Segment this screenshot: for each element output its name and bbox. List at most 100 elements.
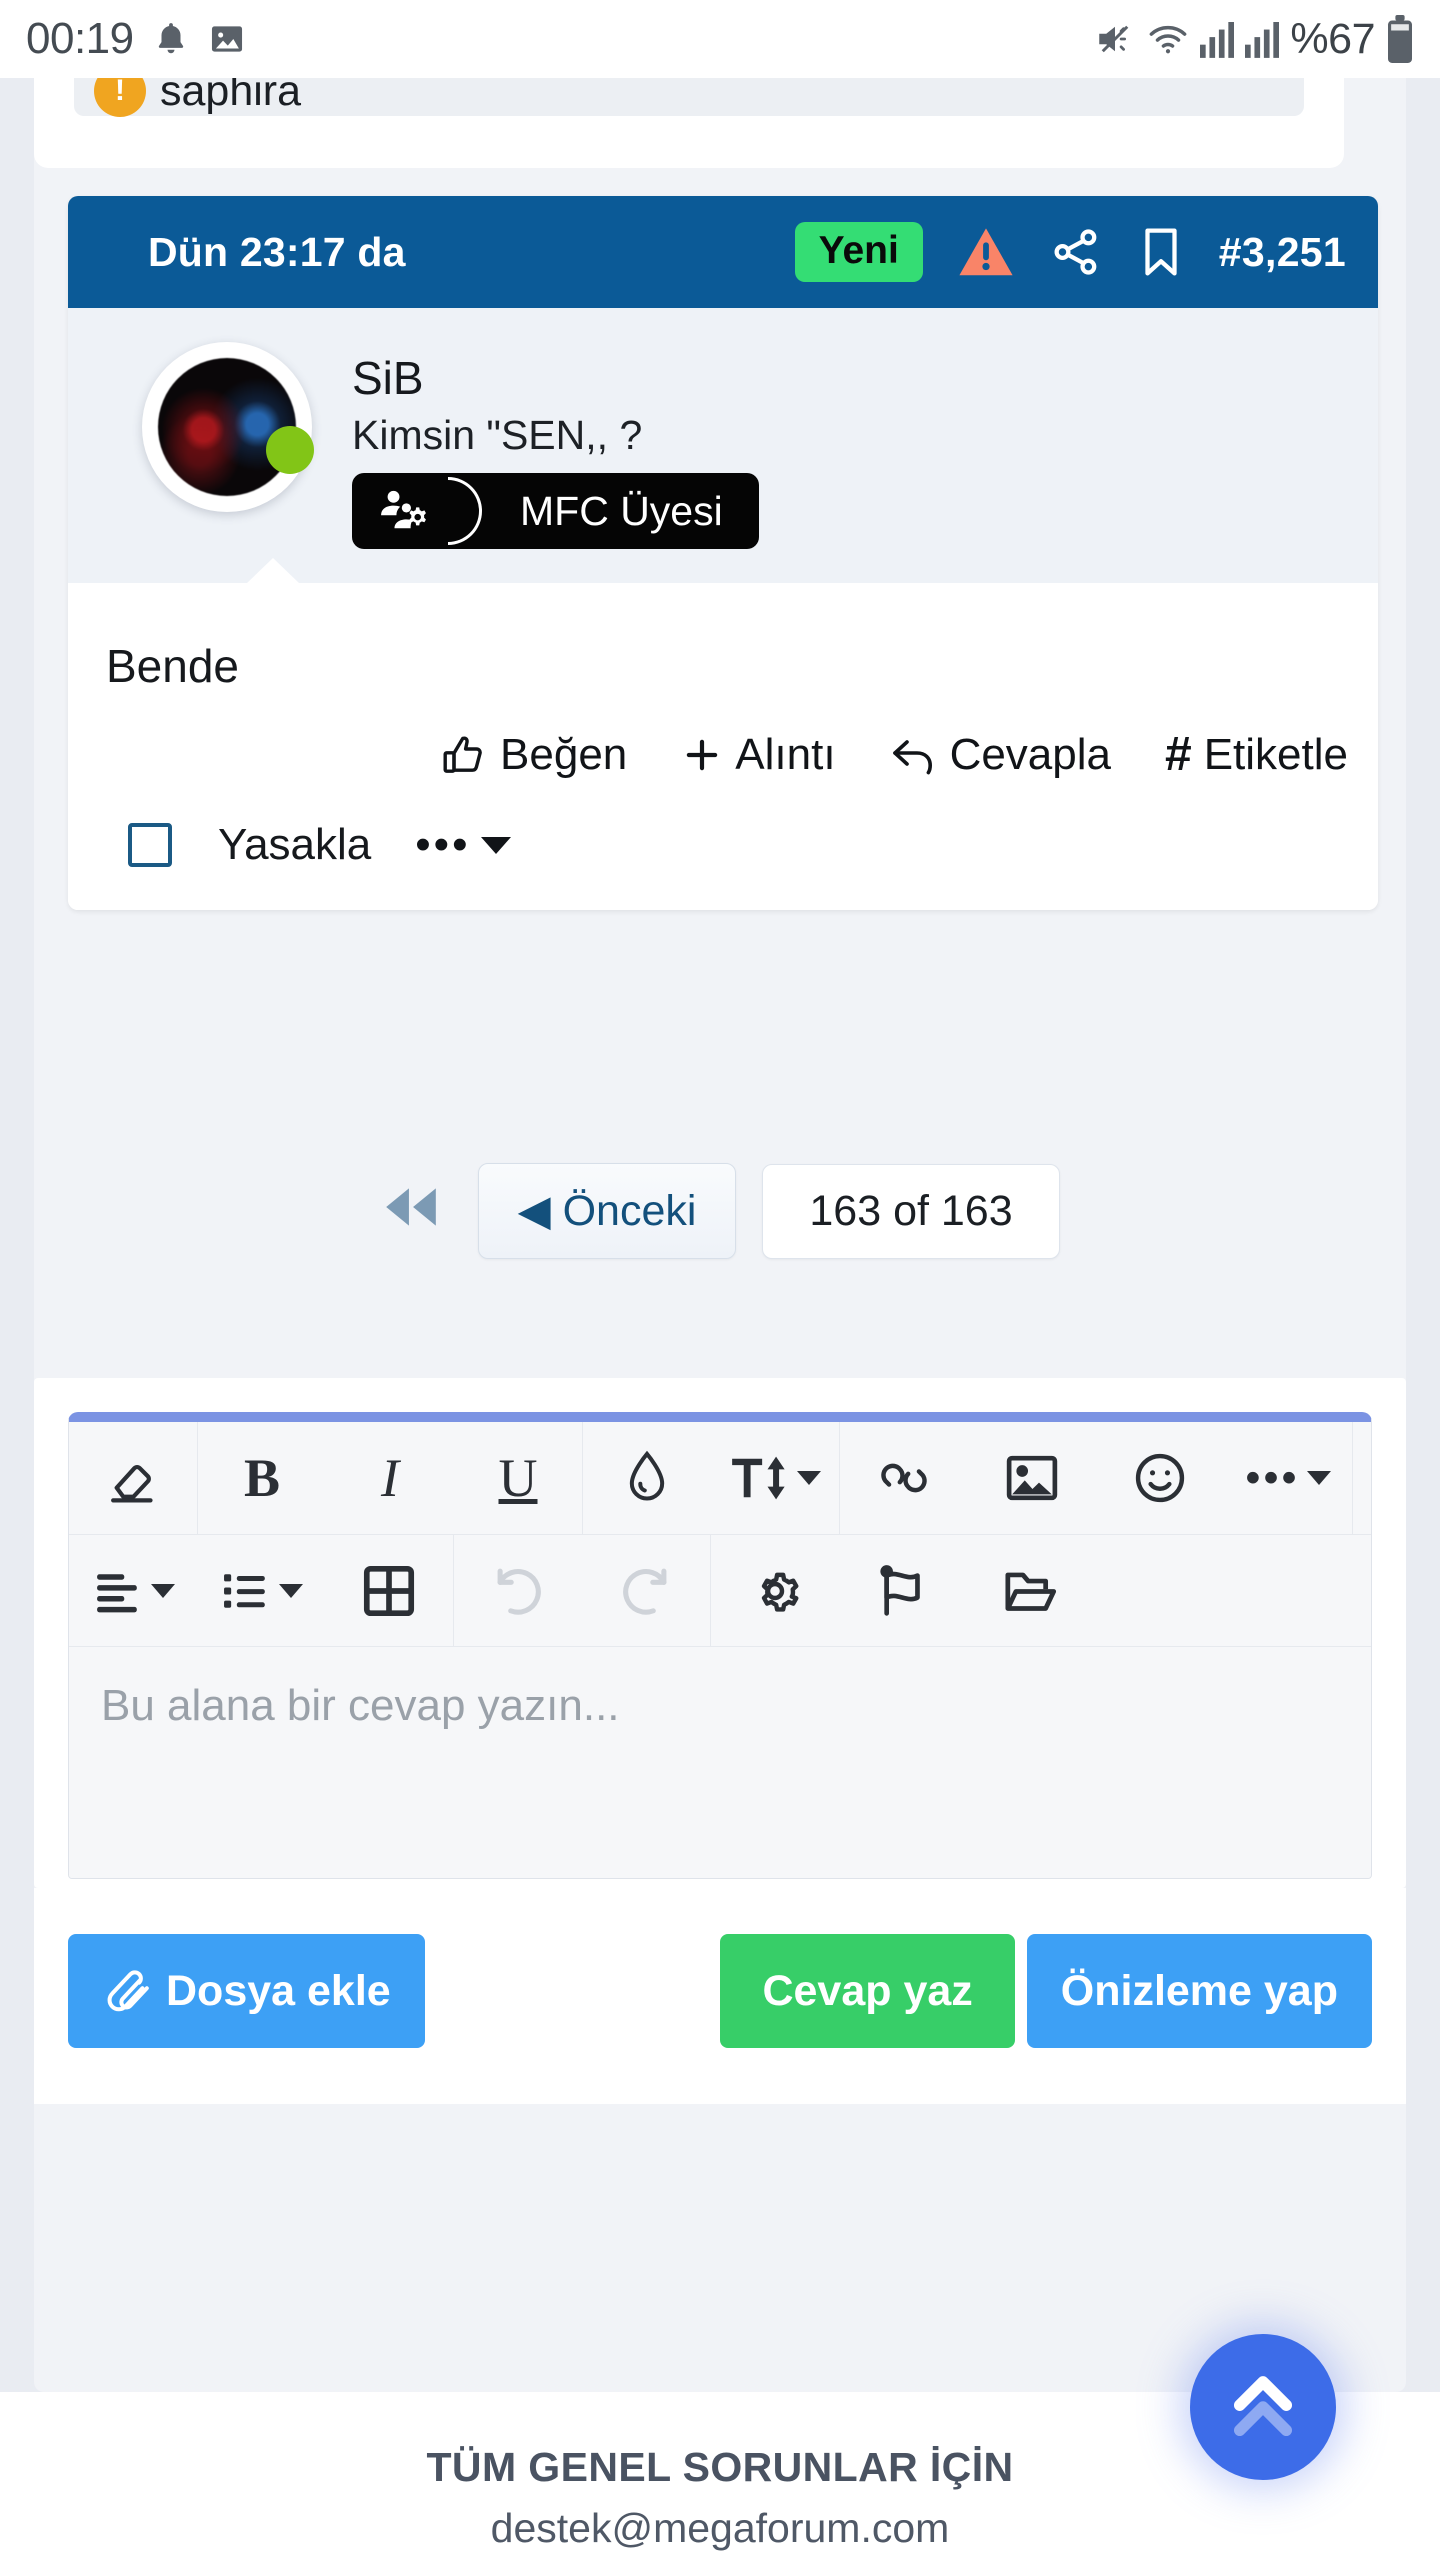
gear-icon[interactable]: [711, 1535, 839, 1647]
post-more-menu[interactable]: •••: [415, 820, 511, 870]
wifi-icon: [1147, 18, 1189, 60]
chevron-down-icon: [1306, 1471, 1331, 1485]
warning-icon[interactable]: [957, 225, 1015, 279]
chevron-down-icon: [278, 1583, 303, 1598]
status-bar-left: 00:19: [26, 14, 246, 64]
user-rank-badge: MFC Üyesi: [352, 473, 759, 550]
chevron-down-icon: [480, 836, 511, 854]
chevron-down-icon: [150, 1583, 175, 1598]
like-button[interactable]: Beğen: [440, 730, 627, 780]
post-header-actions: Yeni #3,251: [794, 222, 1346, 282]
previous-page-button[interactable]: ◀ Önceki: [478, 1163, 736, 1259]
image-icon: [208, 20, 246, 58]
link-icon[interactable]: [840, 1422, 968, 1534]
like-label: Beğen: [500, 729, 628, 779]
text-color-icon[interactable]: [583, 1422, 711, 1534]
footer-email[interactable]: destek@megaforum.com: [0, 2505, 1440, 2552]
first-page-icon[interactable]: [380, 1184, 452, 1239]
ban-checkbox-label: Yasakla: [218, 820, 372, 870]
list-icon[interactable]: [197, 1535, 325, 1647]
toolbar-separator: [1352, 1422, 1353, 1534]
more-icon[interactable]: •••: [1224, 1422, 1352, 1534]
flag-icon[interactable]: [839, 1535, 967, 1647]
redo-icon[interactable]: [582, 1535, 710, 1647]
page-spacer: [34, 2104, 1406, 2392]
more-dots-icon: •••: [415, 820, 471, 870]
bell-icon: [152, 19, 190, 59]
reply-arrow-icon: [890, 733, 938, 777]
image-icon[interactable]: [968, 1422, 1096, 1534]
user-tagline: Kimsin "SEN,, ?: [352, 412, 643, 459]
username[interactable]: SiB: [352, 354, 759, 403]
eraser-icon[interactable]: [69, 1422, 197, 1534]
status-time: 00:19: [26, 14, 134, 63]
post-number: #3,251: [1218, 228, 1346, 275]
avatar-image: [158, 358, 296, 496]
status-bar: 00:19 %67: [0, 0, 1440, 78]
folder-icon[interactable]: [967, 1535, 1095, 1647]
quote-label: Alıntı: [735, 729, 836, 779]
attach-file-button[interactable]: Dosya ekle: [68, 1934, 425, 2048]
preview-button[interactable]: Önizleme yap: [1026, 1934, 1372, 2048]
underline-icon[interactable]: U: [454, 1422, 582, 1534]
quote-button[interactable]: Alıntı: [681, 729, 836, 780]
align-icon[interactable]: [69, 1535, 197, 1647]
editor-toolbar-row-1: B I U •••: [69, 1422, 1371, 1534]
mute-icon: [1094, 18, 1136, 60]
font-size-icon[interactable]: [711, 1422, 839, 1534]
post-date: Dün 23:17 da: [148, 228, 406, 275]
editor-toolbar-row-2: [69, 1534, 1371, 1647]
battery-percent: %67: [1290, 14, 1375, 63]
submit-reply-button[interactable]: Cevap yaz: [720, 1934, 1015, 2048]
undo-icon[interactable]: [454, 1535, 582, 1647]
pagination: ◀ Önceki 163 of 163: [0, 1163, 1440, 1259]
reply-label: Cevapla: [949, 729, 1111, 779]
post-user-strip: SiB Kimsin "SEN,, ? MFC Üyesi: [68, 308, 1378, 585]
badge-divider-arc: [448, 477, 482, 546]
chevron-down-icon: [796, 1471, 821, 1485]
online-status-dot: [266, 426, 314, 474]
tag-label: Etiketle: [1203, 729, 1348, 779]
battery-icon: [1386, 15, 1414, 63]
users-gear-icon: [352, 488, 460, 534]
table-icon[interactable]: [325, 1535, 453, 1647]
thumbs-up-icon: [440, 732, 488, 778]
signal-icon: [1200, 20, 1235, 58]
avatar[interactable]: [142, 342, 314, 512]
status-badge: Yeni: [794, 222, 923, 282]
post-header: Dün 23:17 da Yeni #3,251: [68, 196, 1378, 308]
bookmark-icon[interactable]: [1137, 225, 1185, 279]
post-body: Bende Beğen Alıntı Cevapla # Etiketle Ya…: [68, 583, 1378, 911]
plus-icon: [681, 734, 723, 776]
user-rank-label: MFC Üyesi: [520, 487, 723, 534]
post-card: Dün 23:17 da Yeni #3,251 SiB Kimsin "SEN…: [68, 196, 1378, 911]
speech-notch: [246, 558, 300, 585]
tag-button[interactable]: # Etiketle: [1165, 727, 1348, 782]
previous-post-author: saphira: [160, 78, 302, 115]
scroll-to-top-button[interactable]: [1190, 2334, 1336, 2480]
reply-textarea[interactable]: Bu alana bir cevap yazın...: [69, 1646, 1371, 1878]
previous-post-author-row: ! saphira: [74, 78, 1304, 117]
editor-action-buttons: Dosya ekle Cevap yaz Önizleme yap: [0, 1934, 1440, 2048]
hash-icon: #: [1165, 728, 1192, 782]
double-chevron-up-icon: [1220, 2364, 1306, 2450]
ban-checkbox[interactable]: [128, 823, 172, 868]
emoji-icon[interactable]: [1096, 1422, 1224, 1534]
signal-icon: [1245, 20, 1280, 58]
paperclip-icon: [102, 1967, 150, 2015]
page-scroll-area[interactable]: ! saphira Dün 23:17 da Yeni #3,251 SiB K…: [0, 78, 1440, 2560]
avatar: !: [94, 78, 146, 117]
more-dots-icon: •••: [1245, 1453, 1300, 1502]
post-user-meta: SiB Kimsin "SEN,, ? MFC Üyesi: [352, 332, 759, 550]
attach-file-label: Dosya ekle: [166, 1966, 391, 2015]
post-action-bar: Beğen Alıntı Cevapla # Etiketle: [68, 693, 1378, 782]
reply-button[interactable]: Cevapla: [890, 730, 1111, 780]
reply-placeholder: Bu alana bir cevap yazın...: [101, 1681, 620, 1730]
status-bar-right: %67: [1094, 15, 1414, 64]
page-count-indicator[interactable]: 163 of 163: [762, 1163, 1060, 1259]
previous-post-card[interactable]: ! saphira: [34, 78, 1344, 168]
italic-icon[interactable]: I: [326, 1422, 454, 1534]
reply-editor: B I U ••• Bu alana bir cevap yazın...: [68, 1412, 1372, 1879]
share-icon[interactable]: [1049, 225, 1103, 279]
bold-icon[interactable]: B: [198, 1422, 326, 1534]
